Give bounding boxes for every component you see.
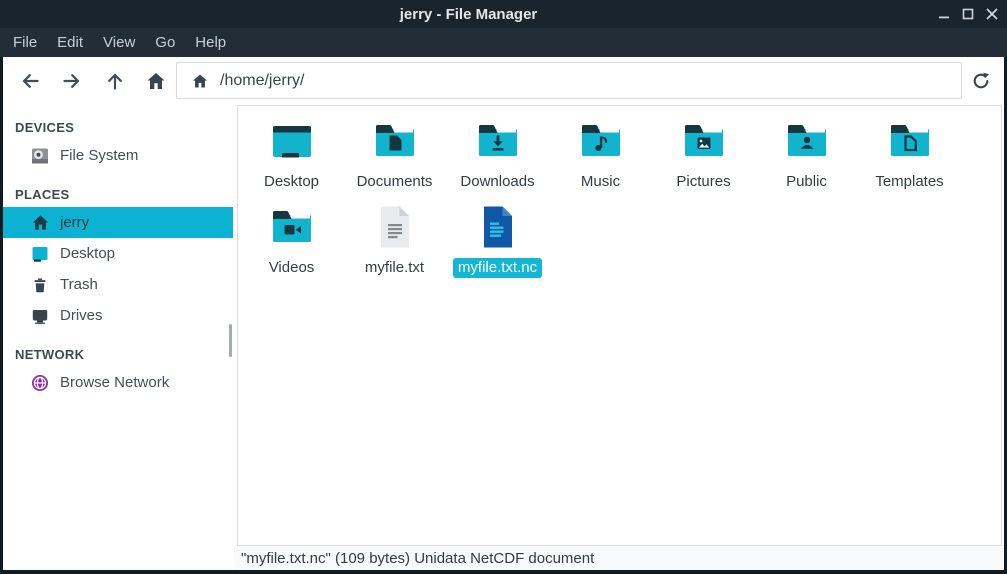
sidebar-item-label: Browse Network xyxy=(60,374,169,391)
folder-pictures-icon xyxy=(680,113,728,169)
file-label: Music xyxy=(576,172,625,192)
sidebar-item-drives[interactable]: Drives xyxy=(3,300,233,331)
file-label: Desktop xyxy=(259,172,324,192)
file-item-templates[interactable]: Templates xyxy=(858,113,961,199)
file-item-public[interactable]: Public xyxy=(755,113,858,199)
body-area: DEVICES File System PLACES jerry xyxy=(3,104,1004,570)
file-item-myfile-txt[interactable]: myfile.txt xyxy=(343,199,446,285)
path-bar[interactable]: /home/jerry/ xyxy=(176,62,962,99)
file-label: Videos xyxy=(264,258,320,278)
drive-harddisk-icon xyxy=(30,146,50,166)
network-globe-icon xyxy=(30,373,50,393)
file-item-myfile-txt-nc[interactable]: myfile.txt.nc xyxy=(446,199,549,285)
up-icon xyxy=(104,70,126,92)
file-label: Public xyxy=(781,172,832,192)
folder-public-icon xyxy=(783,113,831,169)
file-label: Documents xyxy=(352,172,438,192)
folder-downloads-icon xyxy=(474,113,522,169)
sidebar-item-browse-network[interactable]: Browse Network xyxy=(3,367,233,398)
close-button[interactable] xyxy=(985,7,999,21)
sidebar-item-label: jerry xyxy=(60,214,89,231)
file-label: Downloads xyxy=(455,172,539,192)
menubar: File Edit View Go Help xyxy=(0,28,1007,57)
maximize-button[interactable] xyxy=(961,7,975,21)
window-title: jerry - File Manager xyxy=(0,0,937,28)
path-text: /home/jerry/ xyxy=(220,72,304,90)
sidebar-item-jerry[interactable]: jerry xyxy=(3,207,233,238)
close-icon xyxy=(985,7,999,21)
sidebar-item-trash[interactable]: Trash xyxy=(3,269,233,300)
folder-videos-icon xyxy=(268,199,316,255)
menu-view[interactable]: View xyxy=(93,28,145,57)
sidebar-header-network: NETWORK xyxy=(15,347,233,362)
sidebar-item-file-system[interactable]: File System xyxy=(3,140,233,171)
drives-icon xyxy=(30,306,50,326)
file-label-selected: myfile.txt.nc xyxy=(453,258,542,278)
file-label: Pictures xyxy=(671,172,735,192)
file-manager-window: jerry - File Manager File Edit View Go H… xyxy=(0,0,1007,574)
file-item-videos[interactable]: Videos xyxy=(240,199,343,285)
file-item-documents[interactable]: Documents xyxy=(343,113,446,199)
sidebar-item-label: Desktop xyxy=(60,245,115,262)
user-desktop-icon xyxy=(268,113,316,169)
reload-button[interactable] xyxy=(968,68,993,93)
sidebar-item-label: File System xyxy=(60,147,138,164)
netcdf-file-icon xyxy=(481,199,515,255)
file-item-downloads[interactable]: Downloads xyxy=(446,113,549,199)
sidebar-scrollbar[interactable] xyxy=(229,324,232,357)
window-controls xyxy=(937,0,999,28)
back-icon xyxy=(19,70,41,92)
home-button[interactable] xyxy=(143,68,168,93)
reload-icon xyxy=(970,70,992,92)
folder-music-icon xyxy=(577,113,625,169)
sidebar-item-label: Trash xyxy=(60,276,98,293)
minimize-button[interactable] xyxy=(937,7,951,21)
forward-button[interactable] xyxy=(59,68,84,93)
trash-icon xyxy=(30,275,50,295)
file-view[interactable]: Desktop Documents xyxy=(237,105,1002,546)
file-item-music[interactable]: Music xyxy=(549,113,652,199)
file-item-pictures[interactable]: Pictures xyxy=(652,113,755,199)
toolbar: /home/jerry/ xyxy=(3,57,1004,104)
menu-help[interactable]: Help xyxy=(185,28,236,57)
up-button[interactable] xyxy=(102,68,127,93)
forward-icon xyxy=(61,70,83,92)
back-button[interactable] xyxy=(17,68,42,93)
home-icon xyxy=(145,70,167,92)
maximize-icon xyxy=(961,7,975,21)
file-item-desktop[interactable]: Desktop xyxy=(240,113,343,199)
file-label: myfile.txt xyxy=(360,258,429,278)
minimize-icon xyxy=(937,7,951,21)
folder-templates-icon xyxy=(886,113,934,169)
status-bar: "myfile.txt.nc" (109 bytes) Unidata NetC… xyxy=(234,547,1004,570)
sidebar-item-desktop[interactable]: Desktop xyxy=(3,238,233,269)
titlebar: jerry - File Manager xyxy=(0,0,1007,28)
desktop-icon xyxy=(30,244,50,264)
status-text: "myfile.txt.nc" (109 bytes) Unidata NetC… xyxy=(241,550,594,567)
path-home-icon xyxy=(191,72,209,90)
sidebar-header-places: PLACES xyxy=(15,187,233,202)
sidebar: DEVICES File System PLACES jerry xyxy=(3,104,233,570)
file-grid: Desktop Documents xyxy=(238,106,998,285)
sidebar-header-devices: DEVICES xyxy=(15,120,233,135)
text-file-icon xyxy=(378,199,412,255)
menu-go[interactable]: Go xyxy=(145,28,185,57)
folder-documents-icon xyxy=(371,113,419,169)
sidebar-item-label: Drives xyxy=(60,307,103,324)
menu-file[interactable]: File xyxy=(3,28,47,57)
home-icon xyxy=(30,213,50,233)
menu-edit[interactable]: Edit xyxy=(47,28,93,57)
file-label: Templates xyxy=(870,172,948,192)
